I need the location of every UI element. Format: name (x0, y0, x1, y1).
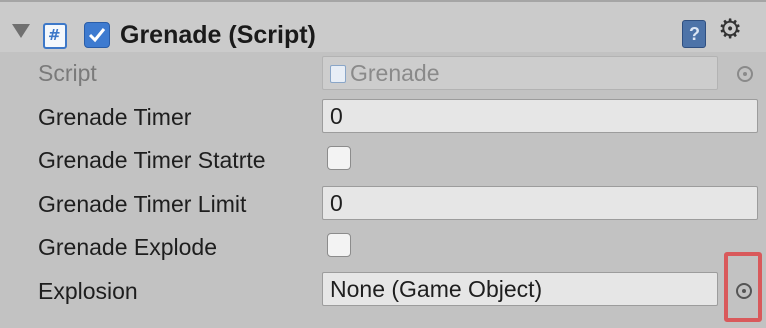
grenade-timer-started-checkbox[interactable] (327, 146, 351, 170)
help-book-icon[interactable]: ? (682, 20, 706, 48)
grenade-timer-input[interactable]: 0 (322, 99, 758, 133)
component-enabled-checkbox[interactable] (84, 22, 110, 48)
component-title: Grenade (Script) (120, 21, 316, 49)
checkmark-icon (88, 28, 106, 43)
grenade-explode-label: Grenade Explode (38, 234, 218, 260)
grenade-explode-checkbox[interactable] (327, 233, 351, 257)
script-asset-icon (330, 65, 346, 83)
explosion-label: Explosion (38, 278, 138, 304)
component-header[interactable]: # Grenade (Script) ? ⚙ (0, 2, 766, 52)
script-picker-icon (737, 66, 753, 82)
script-value: Grenade (350, 60, 440, 86)
grenade-timer-limit-input[interactable]: 0 (322, 186, 758, 220)
grenade-timer-limit-label: Grenade Timer Limit (38, 191, 247, 217)
script-field: Grenade (322, 56, 718, 90)
foldout-arrow-icon[interactable] (12, 24, 30, 38)
gear-icon[interactable]: ⚙ (718, 16, 742, 43)
explosion-object-field[interactable]: None (Game Object) (322, 272, 718, 306)
csharp-script-icon: # (43, 23, 67, 49)
grenade-timer-label: Grenade Timer (38, 104, 192, 130)
inspector-component-panel: # Grenade (Script) ? ⚙ Script Grenade Gr… (0, 0, 766, 328)
script-label: Script (38, 60, 97, 86)
grenade-timer-started-label: Grenade Timer Statrte (38, 147, 266, 173)
highlight-box (724, 252, 762, 322)
